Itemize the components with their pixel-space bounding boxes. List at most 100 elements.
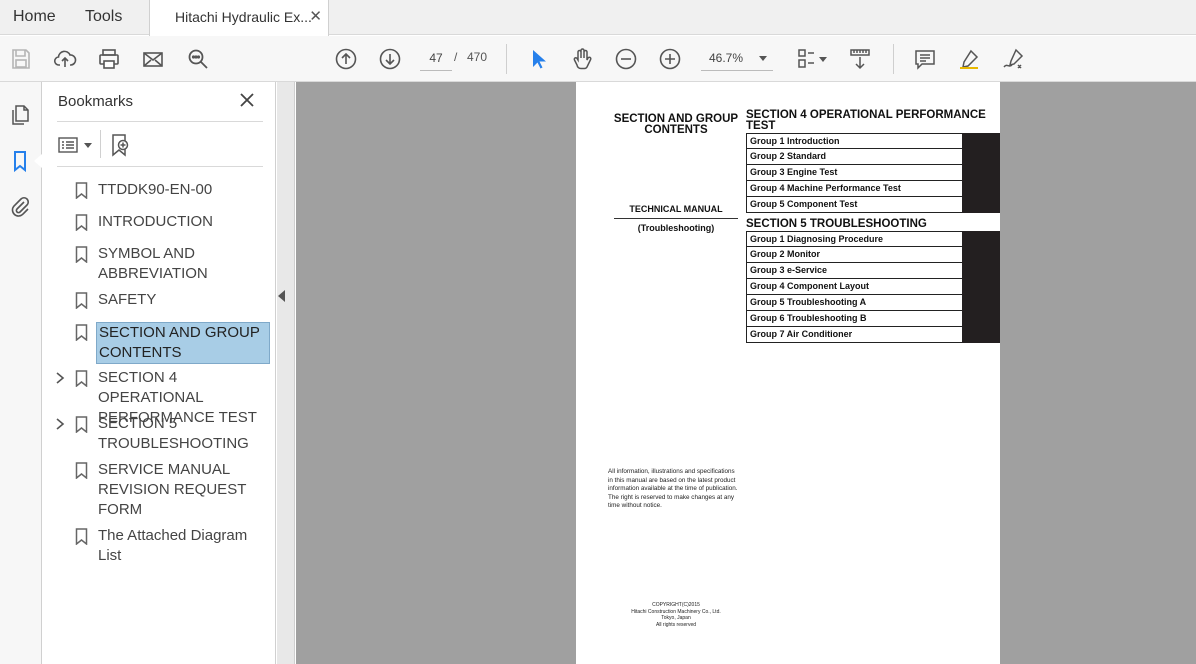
highlighter-icon[interactable] — [956, 46, 982, 72]
page-number-input[interactable] — [420, 46, 452, 71]
bookmarks-panel: Bookmarks TTDDK90-EN-00 INTRODUCTION SYMBO… — [42, 82, 276, 664]
sign-pen-icon[interactable] — [1000, 46, 1026, 72]
page-separator: / — [454, 50, 458, 64]
close-icon[interactable] — [238, 91, 256, 109]
select-cursor-icon[interactable] — [525, 46, 551, 72]
panel-collapse-gutter[interactable] — [277, 82, 295, 664]
print-icon[interactable] — [96, 46, 122, 72]
bookmark-label: SAFETY — [98, 291, 157, 308]
bookmark-label: TTDDK90-EN-00 — [98, 181, 213, 198]
thumb-index-tab — [962, 278, 1000, 295]
document-page: SECTION AND GROUP CONTENTS TECHNICAL MAN… — [576, 82, 1000, 664]
group-label: Group 6 Troubleshooting B — [750, 313, 867, 323]
bookmark-label: SYMBOL AND ABBREVIATION — [98, 245, 208, 282]
group-row: Group 1 Introduction — [746, 133, 1000, 150]
toolbar-divider — [893, 44, 894, 74]
bookmark-label: INTRODUCTION — [98, 213, 213, 230]
copyright-block: COPYRIGHT(C)2015 Hitachi Construction Mac… — [606, 602, 746, 628]
zoom-in-icon[interactable] — [657, 46, 683, 72]
thumb-index-tab — [962, 180, 1000, 197]
group-label: Group 3 e-Service — [750, 265, 828, 275]
thumb-index-tab — [962, 262, 1000, 279]
bookmark-icon — [75, 292, 88, 310]
tab-document[interactable]: Hitachi Hydraulic Ex... ✕ — [149, 0, 329, 36]
hand-tool-icon[interactable] — [569, 46, 595, 72]
list-options-icon — [58, 137, 78, 153]
bookmark-icon — [75, 182, 88, 200]
save-icon[interactable] — [8, 46, 34, 72]
group-label: Group 4 Component Layout — [750, 281, 869, 291]
attachments-icon[interactable] — [7, 194, 33, 220]
group-row: Group 1 Diagnosing Procedure — [746, 231, 1000, 248]
group-label: Group 2 Monitor — [750, 249, 820, 259]
section5-title: SECTION 5 TROUBLESHOOTING — [746, 218, 927, 230]
bookmarks-panel-title: Bookmarks — [58, 93, 134, 110]
group-row: Group 4 Machine Performance Test — [746, 180, 1000, 197]
email-icon[interactable] — [140, 46, 166, 72]
bookmark-options-button[interactable] — [58, 132, 92, 158]
group-row: Group 3 e-Service — [746, 262, 1000, 279]
group-row: Group 6 Troubleshooting B — [746, 310, 1000, 327]
group-label: Group 1 Introduction — [750, 136, 840, 146]
manual-subtype: (Troubleshooting) — [637, 223, 715, 233]
chevron-down-icon[interactable] — [819, 57, 827, 62]
previous-page-icon[interactable] — [333, 46, 359, 72]
group-label: Group 1 Diagnosing Procedure — [750, 234, 884, 244]
add-bookmark-icon — [112, 134, 129, 157]
bookmark-icon — [75, 416, 88, 434]
bookmark-icon — [75, 462, 88, 480]
tab-home[interactable]: Home — [13, 0, 56, 35]
toolbar-divider — [506, 44, 507, 74]
group-label: Group 5 Component Test — [750, 199, 858, 209]
thumb-index-tab — [962, 196, 1000, 213]
add-bookmark-button[interactable] — [110, 132, 132, 158]
bookmark-icon — [75, 370, 88, 388]
tab-bar: Home Tools Hitachi Hydraulic Ex... ✕ — [0, 0, 1196, 36]
divider — [100, 130, 101, 158]
thumb-index-tab — [962, 246, 1000, 263]
group-row: Group 2 Monitor — [746, 246, 1000, 263]
zoom-out-icon[interactable] — [613, 46, 639, 72]
bookmark-label: SECTION AND GROUP CONTENTS — [96, 322, 270, 364]
thumb-index-tab — [962, 164, 1000, 181]
chevron-right-icon[interactable] — [54, 371, 66, 385]
thumb-index-tab — [962, 310, 1000, 327]
section5-group-table: Group 1 Diagnosing Procedure Group 2 Moni… — [746, 231, 1000, 343]
bookmark-icon — [75, 528, 88, 546]
group-label: Group 5 Troubleshooting A — [750, 297, 867, 307]
page-total: 470 — [467, 50, 488, 64]
comment-icon[interactable] — [912, 46, 938, 72]
divider — [57, 121, 263, 122]
cloud-upload-icon[interactable] — [52, 46, 78, 72]
active-panel-indicator — [34, 154, 42, 168]
close-tab-icon[interactable]: ✕ — [309, 0, 322, 34]
divider — [614, 218, 738, 219]
group-label: Group 3 Engine Test — [750, 167, 838, 177]
copyright-line: All rights reserved — [655, 621, 696, 628]
group-row: Group 3 Engine Test — [746, 164, 1000, 181]
scrolling-mode-icon[interactable] — [847, 46, 873, 72]
navigation-rail — [0, 82, 42, 664]
zoom-level-select[interactable]: 46.7% — [701, 46, 773, 71]
chevron-down-icon — [84, 142, 92, 148]
section4-group-table: Group 1 Introduction Group 2 Standard Grou… — [746, 133, 1000, 213]
manual-type: TECHNICAL MANUAL — [629, 204, 723, 214]
chevron-right-icon[interactable] — [54, 417, 66, 431]
search-text-icon[interactable] — [185, 46, 211, 72]
chevron-down-icon — [759, 56, 767, 61]
toolbar: / 470 46.7% — [0, 36, 1196, 82]
bookmark-label: SECTION 5 TROUBLESHOOTING — [98, 415, 249, 452]
next-page-icon[interactable] — [377, 46, 403, 72]
bookmark-icon — [75, 324, 88, 342]
thumb-index-tab — [962, 148, 1000, 165]
page-display-icon[interactable] — [793, 46, 819, 72]
group-row: Group 5 Troubleshooting A — [746, 294, 1000, 311]
bookmarks-icon[interactable] — [7, 148, 33, 174]
page-thumbnails-icon[interactable] — [7, 102, 33, 128]
bookmark-icon — [75, 246, 88, 264]
collapse-panel-icon[interactable] — [278, 290, 285, 302]
bookmark-icon — [75, 214, 88, 232]
divider — [57, 166, 263, 167]
tab-tools[interactable]: Tools — [85, 0, 122, 35]
zoom-level-value: 46.7% — [709, 51, 744, 65]
